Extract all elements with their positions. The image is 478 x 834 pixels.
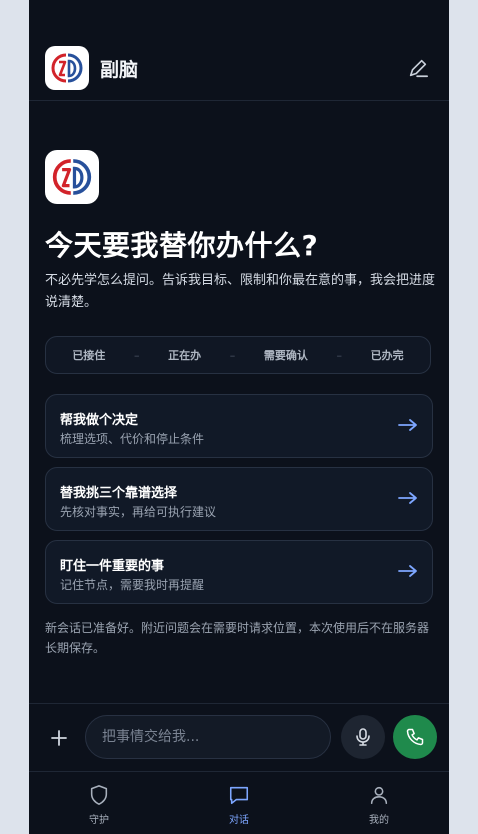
step-separator: –	[229, 348, 236, 362]
tab-chat[interactable]: 对话	[169, 772, 309, 834]
plus-icon[interactable]	[49, 728, 69, 748]
phone-icon	[406, 728, 424, 746]
voice-button[interactable]	[341, 715, 385, 759]
card-title: 帮我做个决定	[60, 413, 139, 428]
session-notice: 新会话已准备好。附近问题会在需要时请求位置，本次使用后不在服务器长期保存。	[45, 621, 430, 655]
brain-logo-icon	[51, 53, 83, 83]
tab-me[interactable]: 我的	[309, 772, 449, 834]
card-desc: 梳理选项、代价和停止条件	[60, 432, 205, 446]
card-desc: 记住节点，需要我时再提醒	[60, 578, 205, 592]
suggestion-card-decide[interactable]: 帮我做个决定 梳理选项、代价和停止条件	[45, 394, 433, 458]
step-in-progress: 正在办	[168, 349, 202, 362]
suggestion-card-watch[interactable]: 盯住一件重要的事 记住节点，需要我时再提醒	[45, 540, 433, 604]
arrow-right-icon	[398, 565, 417, 577]
call-button[interactable]	[393, 715, 437, 759]
app-logo	[45, 46, 89, 90]
tab-guard[interactable]: 守护	[29, 772, 169, 834]
app-title: 副脑	[100, 59, 139, 81]
message-composer	[29, 703, 449, 772]
top-header: 副脑	[29, 38, 449, 101]
chat-icon	[229, 786, 249, 805]
arrow-right-icon	[398, 492, 417, 504]
suggestion-card-pick-three[interactable]: 替我挑三个靠谱选择 先核对事实，再给可执行建议	[45, 467, 433, 531]
tab-label: 守护	[89, 815, 109, 826]
step-separator: –	[336, 348, 343, 362]
microphone-icon	[356, 728, 370, 746]
page-subline: 不必先学怎么提问。告诉我目标、限制和你最在意的事，我会把进度说清楚。	[45, 273, 436, 310]
step-done: 已办完	[370, 349, 404, 362]
message-input[interactable]	[85, 715, 331, 759]
user-icon	[370, 786, 388, 805]
step-received: 已接住	[72, 349, 106, 362]
step-separator: –	[133, 348, 140, 362]
brain-logo-icon	[52, 159, 92, 195]
card-title: 盯住一件重要的事	[60, 559, 165, 574]
tab-label: 我的	[369, 815, 389, 826]
step-needs-confirm: 需要确认	[263, 349, 308, 362]
page-headline: 今天要我替你办什么?	[45, 229, 319, 262]
shield-icon	[90, 785, 108, 805]
hero-logo	[45, 150, 99, 204]
app-screen: 副脑 今天要我替你办什么? 不必先学怎么提问。告诉我目标、限制和你最在意的事，我…	[29, 0, 449, 834]
card-title: 替我挑三个靠谱选择	[60, 486, 178, 501]
edit-icon[interactable]	[407, 57, 429, 79]
arrow-right-icon	[398, 419, 417, 431]
card-desc: 先核对事实，再给可执行建议	[60, 505, 217, 519]
tab-label: 对话	[229, 815, 249, 826]
progress-steps: 已接住 – 正在办 – 需要确认 – 已办完	[45, 336, 431, 374]
bottom-tab-bar: 守护 对话 我的	[29, 771, 449, 834]
